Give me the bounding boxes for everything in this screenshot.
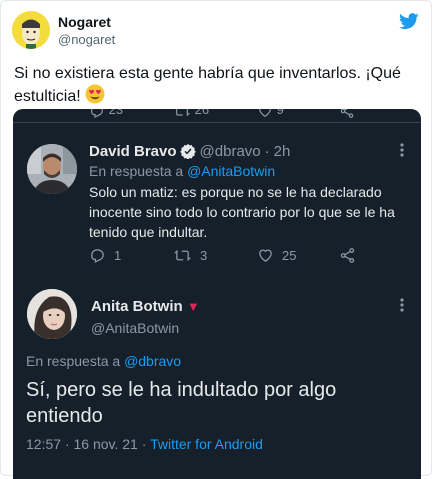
twitter-bird-icon[interactable]	[399, 13, 419, 35]
display-name[interactable]: Nogaret	[58, 14, 111, 30]
avatar[interactable]	[27, 144, 77, 194]
reply-handle[interactable]: @dbravo	[200, 143, 261, 160]
avatar[interactable]	[12, 11, 50, 49]
avatar[interactable]	[27, 289, 77, 339]
like-count: 9	[276, 109, 284, 117]
like-icon	[259, 249, 272, 262]
like-icon	[259, 109, 271, 117]
share-icon	[340, 248, 355, 263]
reply-prefix: En respuesta a	[89, 163, 184, 179]
profile-photo-icon	[27, 144, 77, 194]
like-count: 25	[282, 248, 297, 263]
profile-photo-icon	[27, 289, 77, 339]
tweet-text: Si no existiera esta gente habría que in…	[14, 63, 419, 110]
user-handle[interactable]: @AnitaBotwin	[91, 320, 179, 336]
like-action[interactable]: 25	[257, 247, 296, 264]
reply-context: En respuesta a @AnitaBotwin	[89, 163, 275, 179]
tweet-text-content: Si no existiera esta gente habría que in…	[14, 65, 401, 105]
reply-time[interactable]: 2h	[274, 143, 291, 160]
like-action[interactable]: 9	[257, 109, 284, 119]
reply-context: En respuesta a @dbravo	[26, 353, 181, 369]
retweet-count: 3	[200, 248, 208, 263]
tweet-metadata: 12:57 · 16 nov. 21 · Twitter for Android	[26, 436, 263, 452]
main-author-row[interactable]: Anita Botwin ▼	[91, 298, 200, 315]
user-handle[interactable]: @nogaret	[58, 32, 115, 47]
retweet-action[interactable]: 3	[173, 247, 207, 264]
retweet-count: 26	[194, 109, 210, 117]
meta-separator: ·	[141, 436, 147, 452]
share-action[interactable]	[339, 109, 355, 119]
retweet-icon	[173, 250, 192, 261]
reply-to-link[interactable]: @AnitaBotwin	[187, 163, 275, 179]
display-name[interactable]: Anita Botwin	[91, 298, 183, 315]
verified-badge-icon	[179, 143, 196, 163]
reply-icon	[91, 249, 104, 263]
reply-action[interactable]: 1	[89, 247, 121, 264]
red-triangle-icon: ▼	[186, 299, 200, 314]
tweet-time[interactable]: 12:57	[26, 436, 61, 452]
reply-tweet-text: Solo un matiz: es porque no se le ha dec…	[89, 184, 395, 240]
divider	[13, 122, 421, 123]
main-tweet-text: Sí, pero se le ha indultado por algo ent…	[26, 379, 337, 427]
reply-count: 23	[108, 109, 124, 117]
reply-icon	[91, 109, 103, 118]
display-name[interactable]: David Bravo	[89, 143, 177, 160]
share-icon	[340, 109, 354, 118]
retweet-action[interactable]: 26	[173, 109, 209, 119]
retweet-icon	[176, 109, 191, 116]
embedded-previous-actions: 23 26 9	[13, 109, 421, 123]
embedded-tweet[interactable]: 23 26 9 David Bravo @dbravo · 2h En resp…	[13, 109, 421, 479]
tweet-source-link[interactable]: Twitter for Android	[150, 436, 263, 452]
more-options-icon[interactable]	[399, 142, 405, 161]
tweet-card: Nogaret @nogaret Si no existiera esta ge…	[0, 0, 432, 479]
reply-tweet-actions: 1 3 25	[89, 247, 409, 267]
reply-author-row[interactable]: David Bravo @dbravo · 2h	[89, 143, 290, 163]
reply-action[interactable]: 23	[89, 109, 123, 119]
reply-count: 1	[114, 248, 122, 263]
reply-to-link[interactable]: @dbravo	[124, 353, 181, 369]
tweet-date[interactable]: 16 nov. 21	[74, 436, 138, 452]
meta-separator: ·	[264, 143, 270, 160]
meta-separator: ·	[64, 436, 70, 452]
more-options-icon[interactable]	[399, 297, 405, 316]
share-action[interactable]	[339, 247, 356, 264]
reply-prefix: En respuesta a	[26, 353, 121, 369]
heart-eyes-emoji-icon	[85, 84, 105, 110]
cartoon-avatar-icon	[12, 11, 50, 49]
